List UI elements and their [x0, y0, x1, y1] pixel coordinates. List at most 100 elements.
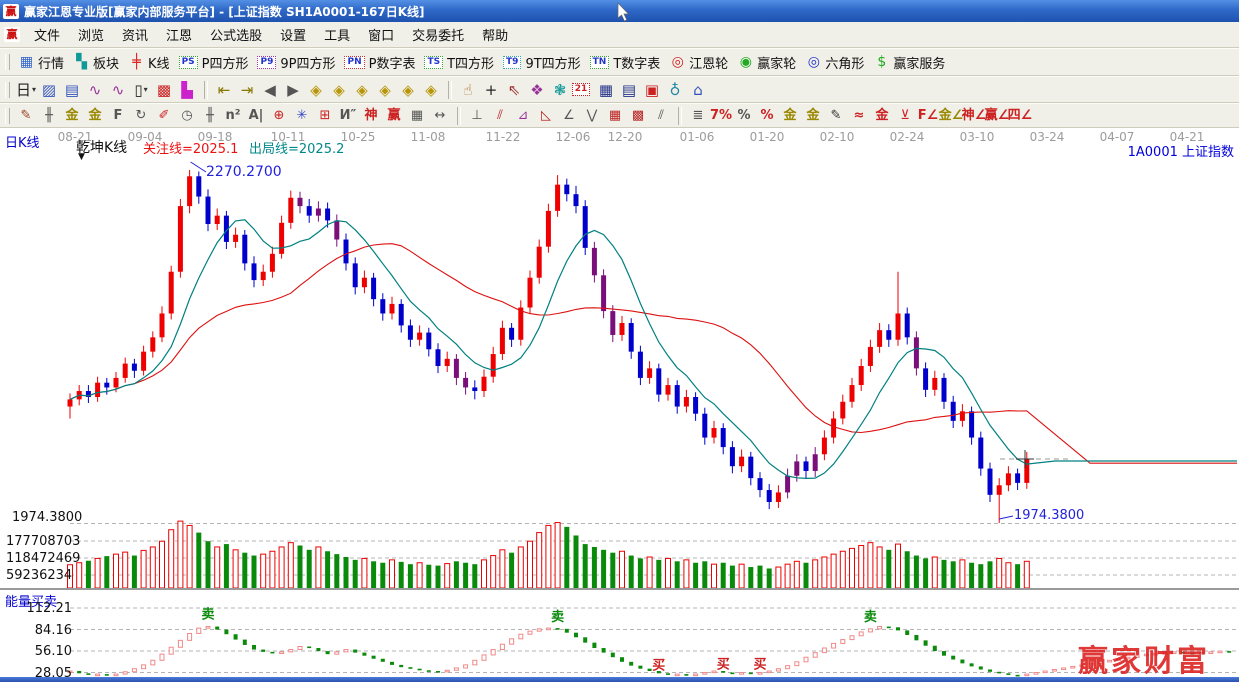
wave-cross-icon[interactable]: ≈ — [848, 106, 870, 125]
winner-wheel-button[interactable]: ◉赢家轮 — [734, 52, 799, 73]
pane-separator — [0, 588, 1239, 591]
f-ruler-icon[interactable]: F — [107, 106, 129, 125]
gold-angle-icon[interactable]: 金∠ — [940, 106, 962, 125]
menu-江恩[interactable]: 江恩 — [157, 23, 201, 46]
calendar-21-icon[interactable]: 21 — [572, 79, 594, 100]
candle-period-icon[interactable]: 日▾ — [15, 79, 37, 100]
kline-button[interactable]: ╪K线 — [125, 52, 173, 73]
histogram-icon[interactable]: ▙ — [176, 79, 198, 100]
wave3-icon[interactable]: ∿ — [84, 79, 106, 100]
last-page-icon[interactable]: ⇥ — [236, 79, 258, 100]
menu-浏览[interactable]: 浏览 — [69, 23, 113, 46]
p-table-button[interactable]: PNP数字表 — [341, 52, 418, 73]
fan-box2-icon[interactable]: ◺ — [535, 106, 557, 125]
t-square-tool-icon[interactable]: ⊥ — [466, 106, 488, 125]
shrink-h-icon[interactable]: ◈ — [374, 79, 396, 100]
pct-icon[interactable]: % — [733, 106, 755, 125]
flower-tool-icon[interactable]: ❖ — [526, 79, 548, 100]
save-icon[interactable]: ▣ — [641, 79, 663, 100]
workstation-icon[interactable]: ⌂ — [687, 79, 709, 100]
single-candle-icon[interactable]: ▯▾ — [130, 79, 152, 100]
expand-v-icon[interactable]: ◈ — [397, 79, 419, 100]
shrink-v-icon[interactable]: ◈ — [420, 79, 442, 100]
four-angle-icon[interactable]: 四∠ — [1009, 106, 1031, 125]
prev-page-icon[interactable]: ◀ — [259, 79, 281, 100]
menu-设置[interactable]: 设置 — [271, 23, 315, 46]
gann-box-icon[interactable]: 金 — [61, 106, 83, 125]
time-circle-icon[interactable]: ◷ — [176, 106, 198, 125]
net-grid-icon[interactable]: ▨ — [38, 79, 60, 100]
first-page-icon[interactable]: ⇤ — [213, 79, 235, 100]
shift-left-icon[interactable]: ◈ — [305, 79, 327, 100]
ink-brush-icon[interactable]: ✎ — [825, 106, 847, 125]
select-arrow-icon[interactable]: ⇖ — [503, 79, 525, 100]
spider-web-icon[interactable]: ✳ — [291, 106, 313, 125]
price-bars-icon[interactable]: ≣ — [687, 106, 709, 125]
shift-right-icon[interactable]: ◈ — [328, 79, 350, 100]
fan-box-icon[interactable]: ⊿ — [512, 106, 534, 125]
p9-square-button[interactable]: P99P四方形 — [254, 52, 338, 73]
next-page-icon[interactable]: ▶ — [282, 79, 304, 100]
pct-line-icon[interactable]: % — [756, 106, 778, 125]
v-wave-icon[interactable]: ⋁ — [581, 106, 603, 125]
pen-tool-icon[interactable]: ✎ — [15, 106, 37, 125]
shen-tool-icon[interactable]: 神 — [360, 106, 382, 125]
square-web-icon[interactable]: ⊞ — [314, 106, 336, 125]
blocks-button[interactable]: ▚板块 — [70, 52, 122, 73]
grid-dense2-icon[interactable]: ▩ — [627, 106, 649, 125]
expand-h-icon[interactable]: ◈ — [351, 79, 373, 100]
menu-工具[interactable]: 工具 — [315, 23, 359, 46]
j-angle-icon[interactable]: ⊻ — [894, 106, 916, 125]
shen-angle-icon[interactable]: 神∠ — [963, 106, 985, 125]
quotes-button[interactable]: ▦行情 — [15, 52, 67, 73]
p-square-button[interactable]: PSP四方形 — [176, 52, 252, 73]
gold-under-icon[interactable]: 金 — [871, 106, 893, 125]
tick-ruler2-icon[interactable]: ╫ — [199, 106, 221, 125]
t9-square-button[interactable]: T99T四方形 — [500, 52, 584, 73]
network-icon[interactable]: ♁ — [664, 79, 686, 100]
gold-ring-icon[interactable]: 金 — [779, 106, 801, 125]
gann-box2-icon[interactable]: 金 — [84, 106, 106, 125]
f-angle-icon[interactable]: F∠ — [917, 106, 939, 125]
pattern-icon[interactable]: ▩ — [153, 79, 175, 100]
info-doc-icon[interactable]: ▤ — [61, 79, 83, 100]
gann-wheel-button[interactable]: ◎江恩轮 — [666, 52, 731, 73]
fan-lines-icon[interactable]: ⫽ — [489, 106, 511, 125]
t-square-button[interactable]: TST四方形 — [421, 52, 497, 73]
menu-帮助[interactable]: 帮助 — [473, 23, 517, 46]
ying-angle-icon[interactable]: 赢∠ — [986, 106, 1008, 125]
grid-dense-icon[interactable]: ▦ — [604, 106, 626, 125]
n2-icon[interactable]: n² — [222, 106, 244, 125]
kline-chart[interactable]: 卖卖卖买买买 — [0, 128, 1239, 678]
h-span-icon[interactable]: ↔ — [429, 106, 451, 125]
winner-service-button[interactable]: $赢家服务 — [870, 52, 948, 73]
tick-ruler-icon[interactable]: ╫ — [38, 106, 60, 125]
calculator-icon[interactable]: ▦ — [595, 79, 617, 100]
hand-icon[interactable]: ☝ — [457, 79, 479, 100]
wave9-icon[interactable]: ∿ — [107, 79, 129, 100]
a-mirror-icon[interactable]: A| — [245, 106, 267, 125]
report-icon[interactable]: ▤ — [618, 79, 640, 100]
toolbar-grip — [5, 108, 10, 124]
spiral-icon[interactable]: ↻ — [130, 106, 152, 125]
red-pen-icon[interactable]: ✐ — [153, 106, 175, 125]
crosshair-icon[interactable]: + — [480, 79, 502, 100]
trend-angle-icon[interactable]: ∠ — [558, 106, 580, 125]
menu-公式选股[interactable]: 公式选股 — [201, 23, 271, 46]
ying-tool-icon[interactable]: 赢 — [383, 106, 405, 125]
menu-资讯[interactable]: 资讯 — [113, 23, 157, 46]
circle-cross-icon[interactable]: ⊕ — [268, 106, 290, 125]
t-table-button[interactable]: TNT数字表 — [587, 52, 664, 73]
grid-123-icon[interactable]: ▦ — [406, 106, 428, 125]
chart-area[interactable]: 卖卖卖买买买 08-2109-0409-1810-1110-2511-0811-… — [0, 128, 1239, 678]
zigzag-icon[interactable]: И″ — [337, 106, 359, 125]
pct7-icon[interactable]: 7% — [710, 106, 732, 125]
parallel-lines-icon[interactable]: ⫽ — [650, 106, 672, 125]
qiankun-dropdown-icon[interactable]: ▼ — [78, 152, 85, 162]
gold-line-icon[interactable]: 金 — [802, 106, 824, 125]
menu-窗口[interactable]: 窗口 — [359, 23, 403, 46]
knot-tool-icon[interactable]: ❃ — [549, 79, 571, 100]
menu-文件[interactable]: 文件 — [25, 23, 69, 46]
menu-交易委托[interactable]: 交易委托 — [403, 23, 473, 46]
hexagon-button[interactable]: ◎六角形 — [802, 52, 867, 73]
